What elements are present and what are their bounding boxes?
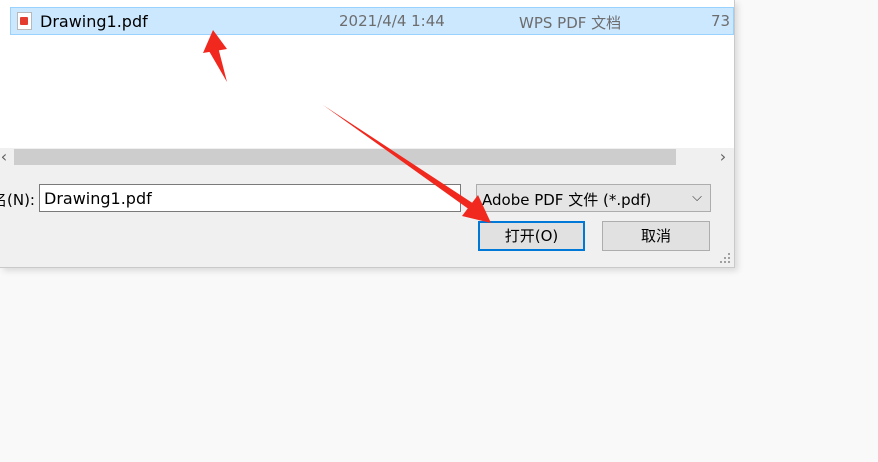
file-open-dialog: Drawing1.pdf 2021/4/4 1:44 WPS PDF 文档 73… xyxy=(0,0,735,268)
horizontal-scrollbar[interactable]: ‹ › xyxy=(0,148,734,166)
file-size-cell: 73 xyxy=(711,12,731,30)
partial-list-row xyxy=(0,0,734,4)
scrollbar-thumb[interactable] xyxy=(14,149,676,165)
cancel-button[interactable]: 取消 xyxy=(602,221,710,251)
file-type-cell: WPS PDF 文档 xyxy=(519,14,622,32)
file-name-cell: Drawing1.pdf xyxy=(40,12,148,31)
file-name-input[interactable]: Drawing1.pdf xyxy=(39,184,461,212)
file-name-value: Drawing1.pdf xyxy=(44,189,152,208)
file-type-selected: Adobe PDF 文件 (*.pdf) xyxy=(482,191,652,209)
file-name-label: 名(N): xyxy=(0,191,35,209)
scroll-right-icon[interactable]: › xyxy=(716,148,730,166)
file-type-select[interactable]: Adobe PDF 文件 (*.pdf) ⌵ xyxy=(476,184,711,212)
file-date-cell: 2021/4/4 1:44 xyxy=(339,12,445,30)
open-button[interactable]: 打开(O) xyxy=(478,221,585,251)
file-list[interactable]: Drawing1.pdf 2021/4/4 1:44 WPS PDF 文档 73 xyxy=(0,0,734,148)
chevron-down-icon: ⌵ xyxy=(692,190,702,205)
pdf-file-icon xyxy=(17,12,32,30)
file-row-drawing1[interactable]: Drawing1.pdf 2021/4/4 1:44 WPS PDF 文档 73 xyxy=(10,7,734,35)
resize-grip-icon[interactable] xyxy=(718,253,732,265)
scroll-left-icon[interactable]: ‹ xyxy=(0,148,11,166)
